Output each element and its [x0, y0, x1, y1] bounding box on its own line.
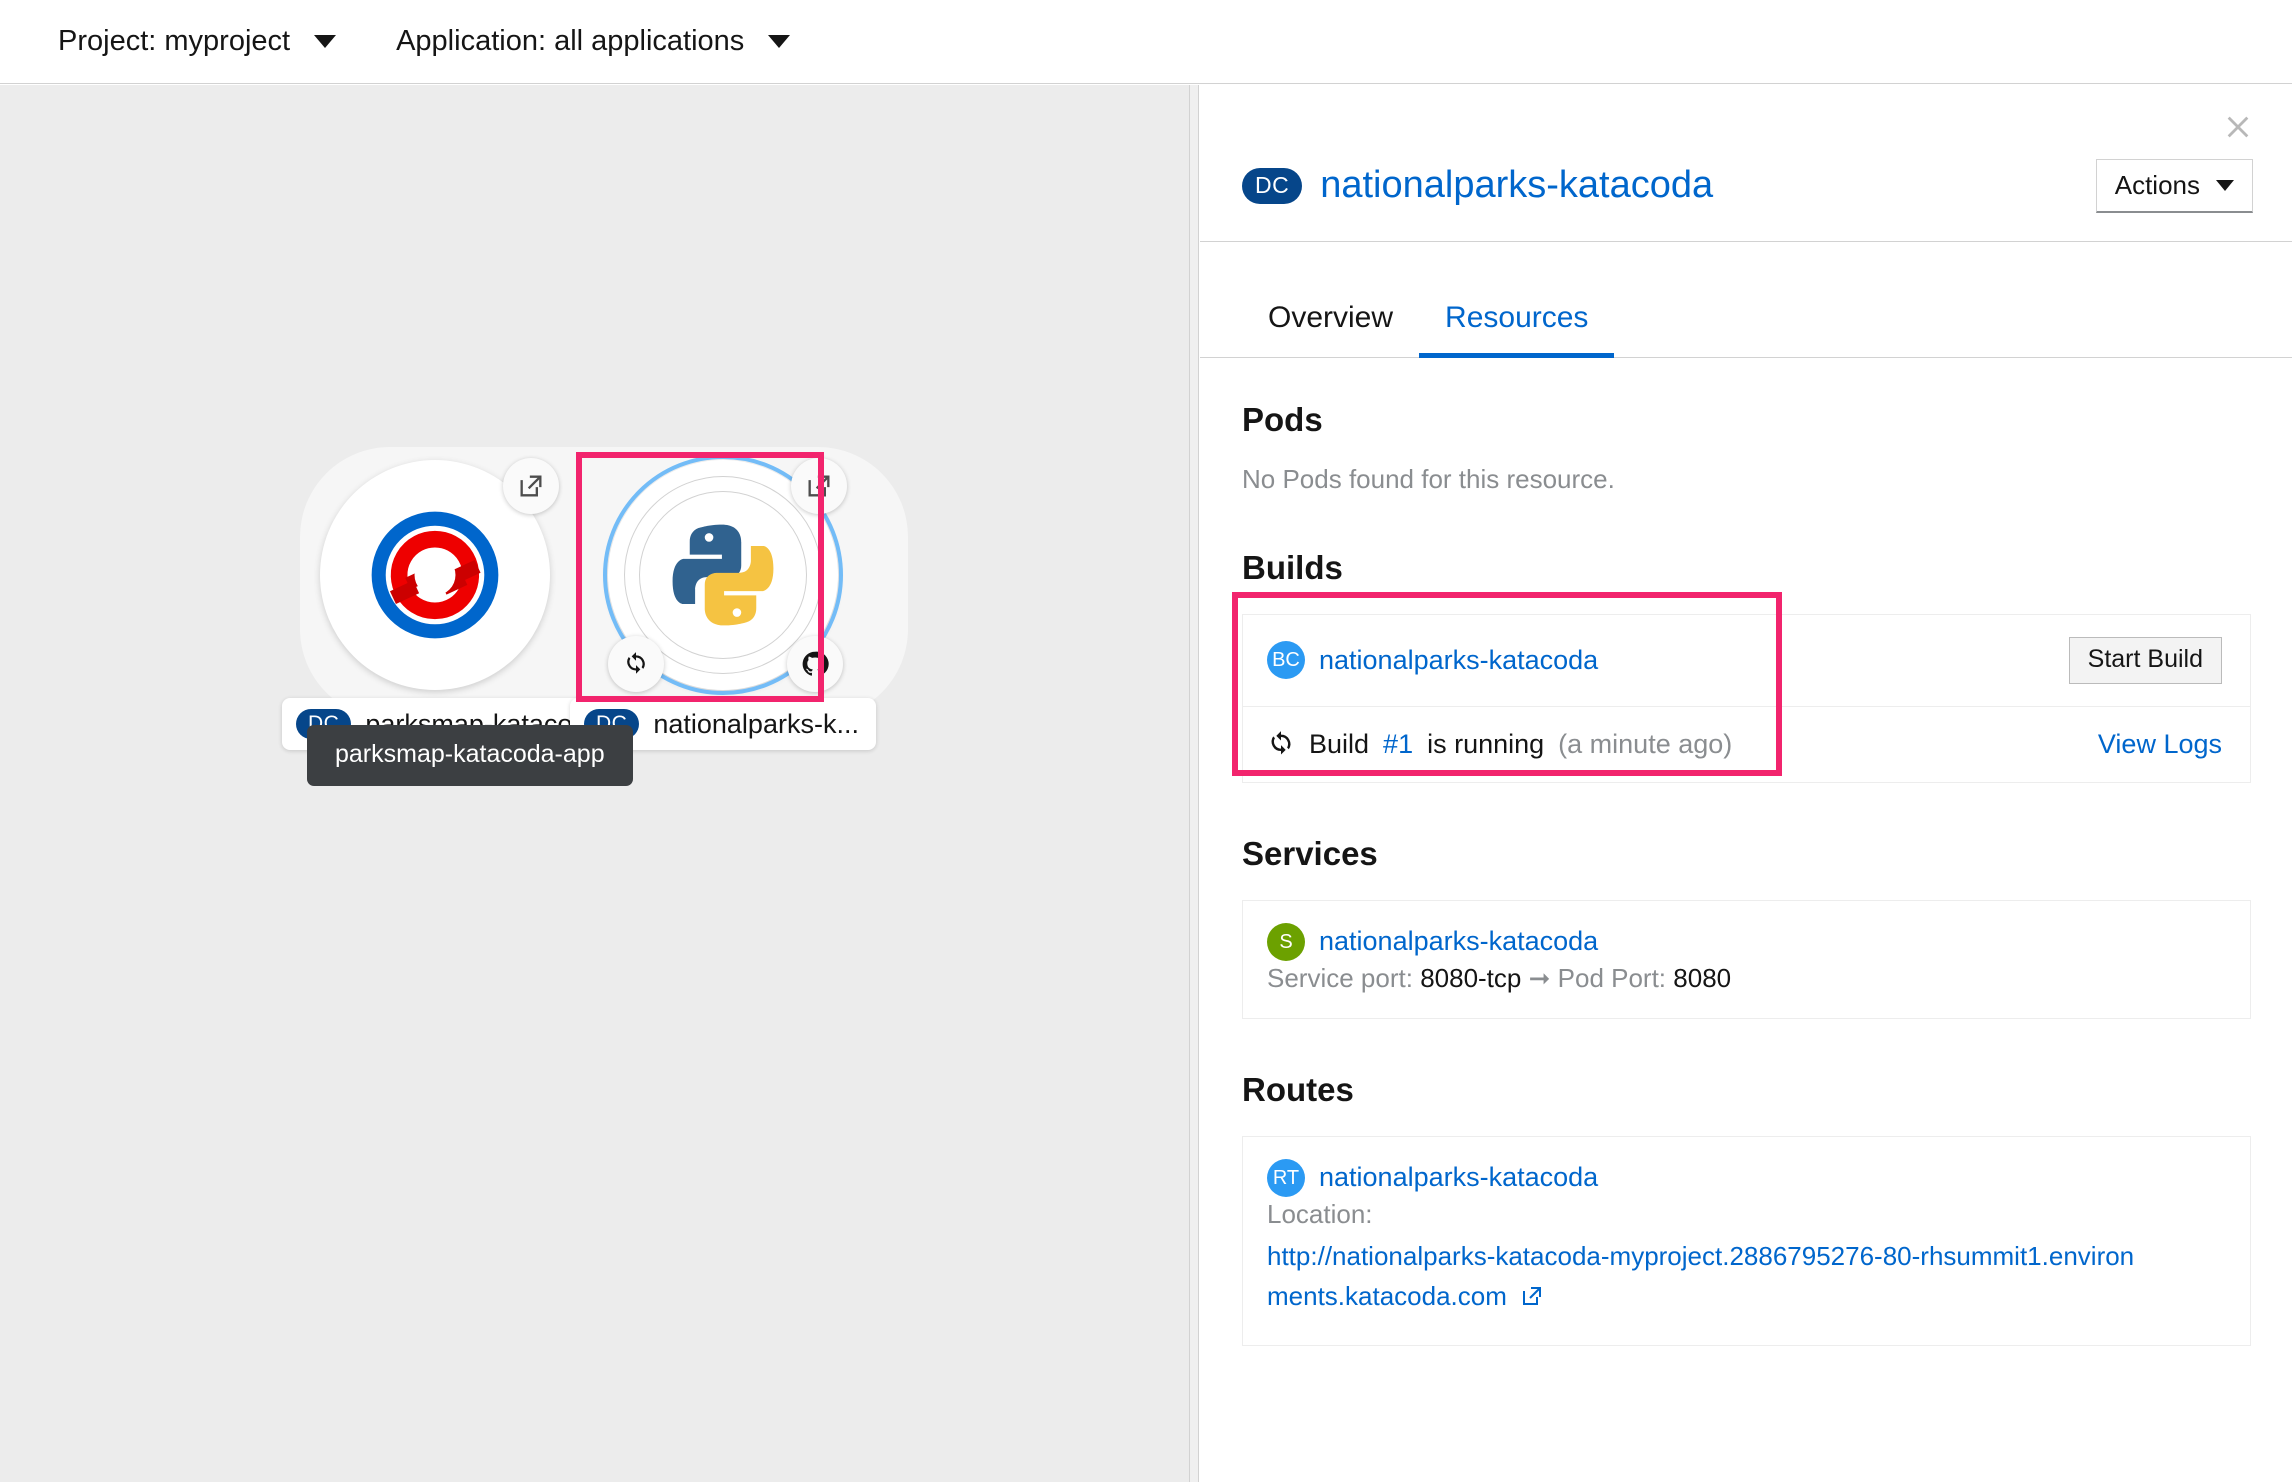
pod-port-label: Pod Port:: [1557, 962, 1667, 993]
route-location-block: Location: http://nationalparks-katacoda-…: [1243, 1199, 2250, 1346]
chevron-down-icon: [2216, 180, 2234, 191]
services-card: S nationalparks-katacoda Service port: 8…: [1242, 899, 2251, 1019]
node-label-text: nationalparks-k...: [653, 708, 859, 739]
panel-header: DC nationalparks-katacoda Actions: [1200, 85, 2292, 242]
section-title-services: Services: [1242, 834, 1378, 872]
panel-tabs: Overview Resources: [1200, 282, 2292, 358]
actions-label: Actions: [2114, 170, 2200, 200]
topology-canvas[interactable]: DC parksmap-kataco... DC nationalparks-k…: [0, 85, 1189, 1482]
view-logs-link[interactable]: View Logs: [2098, 729, 2222, 760]
service-port-info: Service port: 8080-tcp ➞ Pod Port: 8080: [1243, 963, 2250, 1018]
buildconfig-link[interactable]: nationalparks-katacoda: [1319, 645, 1598, 676]
service-port-label: Service port:: [1267, 962, 1413, 993]
build-status: Build #1 is running (a minute ago): [1267, 729, 1732, 760]
service-port-value: 8080-tcp: [1420, 962, 1522, 993]
build-running-icon[interactable]: [608, 636, 664, 692]
kind-chip-bc: BC: [1267, 641, 1305, 680]
actions-dropdown-button[interactable]: Actions: [2095, 159, 2253, 213]
route-link[interactable]: nationalparks-katacoda: [1319, 1162, 1598, 1193]
sync-running-icon: [1267, 730, 1295, 758]
build-state-label: is running: [1427, 728, 1545, 759]
external-link-icon[interactable]: [503, 458, 559, 514]
kind-chip-dc: DC: [1242, 167, 1303, 204]
chevron-down-icon: [314, 35, 337, 48]
kind-chip-rt: RT: [1267, 1158, 1305, 1197]
application-filter-dropdown[interactable]: Application: all applications: [396, 25, 791, 57]
route-row: RT nationalparks-katacoda: [1243, 1137, 2250, 1203]
route-url-link[interactable]: http://nationalparks-katacoda-myproject.…: [1267, 1236, 2147, 1320]
external-link-icon[interactable]: [791, 458, 847, 514]
project-filter-label: Project: myproject: [58, 25, 291, 57]
section-title-builds: Builds: [1242, 548, 1343, 586]
start-build-button[interactable]: Start Build: [2068, 636, 2222, 684]
topology-node-parksmap-katacoda[interactable]: DC parksmap-kataco...: [282, 458, 588, 750]
global-filter-bar: Project: myproject Application: all appl…: [0, 0, 2292, 84]
pods-empty-message: No Pods found for this resource.: [1242, 463, 1615, 494]
service-identity: S nationalparks-katacoda: [1267, 922, 1598, 961]
build-timestamp: (a minute ago): [1558, 728, 1733, 759]
section-title-pods: Pods: [1242, 401, 1323, 438]
kind-chip-s: S: [1267, 922, 1305, 961]
application-filter-label: Application: all applications: [396, 25, 745, 57]
builds-card: BC nationalparks-katacoda Start Build Bu…: [1242, 613, 2251, 783]
buildconfig-row: BC nationalparks-katacoda Start Build: [1243, 615, 2250, 706]
route-identity: RT nationalparks-katacoda: [1267, 1158, 1598, 1197]
route-url-text: http://nationalparks-katacoda-myproject.…: [1267, 1240, 2135, 1311]
route-location-label: Location:: [1267, 1198, 1373, 1229]
external-link-icon: [1520, 1279, 1544, 1319]
build-number-link[interactable]: #1: [1383, 729, 1413, 760]
latest-build-row: Build #1 is running (a minute ago) View …: [1243, 705, 2250, 782]
chevron-down-icon: [768, 35, 791, 48]
topology-node-nationalparks-katacoda[interactable]: DC nationalparks-k...: [570, 455, 876, 750]
build-prefix-label: Build: [1309, 728, 1370, 759]
github-icon[interactable]: [787, 636, 843, 692]
tab-overview[interactable]: Overview: [1242, 282, 1419, 358]
project-filter-dropdown[interactable]: Project: myproject: [58, 25, 337, 57]
tab-resources[interactable]: Resources: [1419, 282, 1615, 358]
routes-card: RT nationalparks-katacoda Location: http…: [1242, 1135, 2251, 1347]
service-row: S nationalparks-katacoda: [1243, 901, 2250, 969]
pod-port-value: 8080: [1673, 962, 1732, 993]
panel-title-row: DC nationalparks-katacoda: [1242, 164, 2096, 207]
resource-side-panel: DC nationalparks-katacoda Actions Overvi…: [1189, 85, 2292, 1482]
service-link[interactable]: nationalparks-katacoda: [1319, 926, 1598, 957]
page-title[interactable]: nationalparks-katacoda: [1320, 164, 1713, 207]
panel-resize-handle[interactable]: [1190, 85, 1199, 1482]
section-title-routes: Routes: [1242, 1070, 1354, 1108]
panel-content: Pods No Pods found for this resource. Bu…: [1200, 359, 2292, 1482]
buildconfig-identity: BC nationalparks-katacoda: [1267, 641, 1598, 680]
application-group-label[interactable]: parksmap-katacoda-app: [307, 725, 633, 786]
openshift-logo-icon: [370, 510, 500, 640]
python-logo-icon: [658, 510, 788, 640]
arrow-right-icon: ➞: [1528, 962, 1551, 993]
